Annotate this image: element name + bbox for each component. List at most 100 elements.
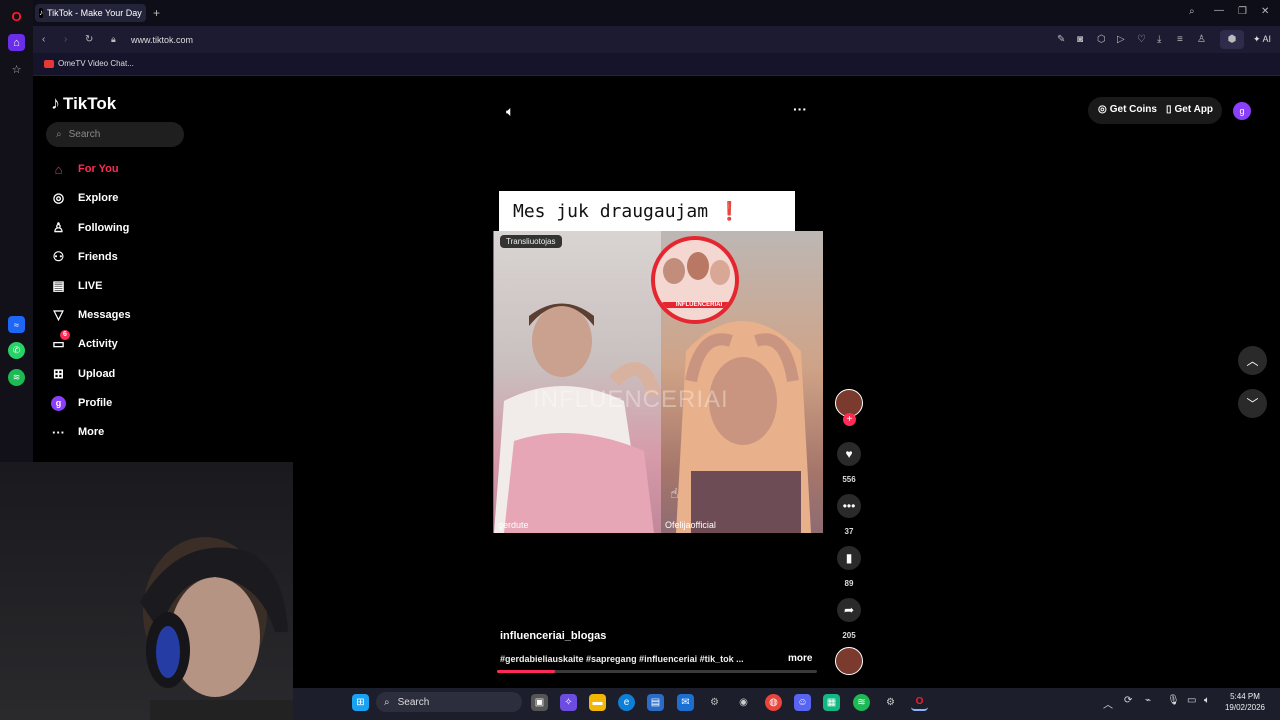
tiktok-wordmark: TikTok — [63, 93, 117, 113]
chrome-icon[interactable]: ◍ — [765, 694, 782, 711]
get-app-button[interactable]: ▯ Get App — [1166, 104, 1213, 115]
volume-icon[interactable]: 🔈︎ — [506, 103, 514, 120]
like-button[interactable]: ♥ — [837, 442, 861, 466]
next-video-button[interactable]: ﹀ — [1238, 389, 1267, 418]
nav-label: Profile — [78, 397, 113, 409]
bookmark-ometv[interactable]: OmeTV Video Chat... — [44, 59, 134, 68]
nav-upload[interactable]: ⊞ Upload — [51, 363, 115, 385]
nav-live[interactable]: ▤ LIVE — [51, 275, 102, 297]
nav-label: Following — [78, 222, 130, 234]
nav-explore[interactable]: ◎ Explore — [51, 187, 119, 209]
share-button[interactable]: ➦ — [837, 598, 861, 622]
nav-activity[interactable]: ▭ 6 Activity — [51, 330, 118, 355]
tiktok-logo[interactable]: ♪ TikTok — [51, 93, 116, 114]
microphone-icon[interactable]: 🎙︎ — [1167, 695, 1180, 706]
windows-start-icon[interactable]: ⊞ — [352, 694, 369, 711]
spotify-icon[interactable]: ≋ — [853, 694, 870, 711]
discord-icon[interactable]: ☺ — [794, 694, 811, 711]
more-description-button[interactable]: more — [788, 653, 812, 664]
chevron-down-icon: ﹀ — [1246, 397, 1259, 411]
search-input[interactable]: ⌕ Search — [46, 122, 184, 147]
nav-following[interactable]: ♙ Following — [51, 217, 130, 239]
taskbar-search[interactable]: ⌕ Search — [376, 692, 522, 712]
play-icon[interactable]: ▷ — [1117, 34, 1125, 45]
nav-for-you[interactable]: ⌂ For You — [51, 158, 119, 180]
hashtags[interactable]: #gerdabieliauskaite #sapregang #influenc… — [500, 654, 744, 664]
copilot-icon[interactable]: ✧ — [560, 694, 577, 711]
tiktok-note-icon: ♪ — [51, 93, 60, 113]
progress-track[interactable] — [497, 670, 817, 673]
left-person-figure — [494, 303, 661, 533]
opera-logo-icon[interactable]: O — [8, 8, 25, 25]
nav-label: Explore — [78, 192, 119, 204]
restore-icon[interactable]: ❐ — [1238, 6, 1247, 17]
author-username[interactable]: influenceriai_blogas — [500, 630, 606, 642]
home-icon[interactable]: ⌂ — [8, 34, 25, 51]
save-button[interactable]: ▮ — [837, 546, 861, 570]
get-coins-button[interactable]: ◎ Get Coins — [1098, 104, 1157, 115]
speaker-icon[interactable]: 🔈︎ — [1204, 695, 1210, 706]
sound-disc-avatar[interactable] — [835, 647, 863, 675]
menu-icon[interactable]: ≡ — [1177, 34, 1183, 45]
extensions-icon[interactable]: ⬢ — [1220, 30, 1244, 49]
nav-more[interactable]: ··· More — [51, 421, 104, 443]
video-player[interactable]: Transliuotojas gerdute INFLUENCERIAI Ofe… — [493, 231, 823, 533]
display-icon[interactable]: ▭ — [1187, 695, 1196, 706]
search-icon[interactable]: ⌕ — [1189, 6, 1195, 17]
activity-badge: 6 — [60, 330, 70, 340]
nav-friends[interactable]: ⚇ Friends — [51, 246, 118, 268]
edge-icon[interactable]: e — [618, 694, 635, 711]
nav-messages[interactable]: ▽ Messages — [51, 304, 131, 326]
close-window-icon[interactable]: ✕ — [1261, 6, 1269, 17]
exclamation-icon: ❗ — [718, 200, 741, 222]
left-username: gerdute — [498, 520, 529, 530]
mail-icon[interactable]: ✉ — [677, 694, 694, 711]
url-field[interactable]: www.tiktok.com — [131, 35, 193, 45]
sticker-face — [710, 260, 730, 285]
video-left-pane: Transliuotojas gerdute — [493, 231, 661, 533]
minimize-icon[interactable]: — — [1214, 5, 1224, 16]
clock[interactable]: 5:44 PM 19/02/2026 — [1222, 691, 1268, 713]
sync-icon[interactable]: ⟳ — [1124, 695, 1132, 706]
whatsapp-icon[interactable]: ✆ — [8, 342, 25, 359]
network-icon[interactable]: ⌁ — [1145, 695, 1151, 706]
previous-video-button[interactable]: ︿ — [1238, 346, 1267, 375]
steam-icon[interactable]: ◉ — [735, 694, 752, 711]
follow-plus-icon[interactable]: + — [843, 413, 856, 426]
ometv-icon — [44, 59, 54, 68]
new-tab-icon[interactable]: + — [153, 6, 160, 20]
star-icon[interactable]: ☆ — [8, 61, 25, 78]
spotify-icon[interactable]: ≋ — [8, 369, 25, 386]
store-icon[interactable]: ▤ — [647, 694, 664, 711]
comment-button[interactable]: ••• — [837, 494, 861, 518]
comment-count: 37 — [844, 527, 854, 536]
shield-icon[interactable]: ⬡ — [1097, 34, 1106, 45]
tray-chevron-icon[interactable]: ︿ — [1103, 696, 1113, 711]
more-options-icon[interactable]: ··· — [793, 101, 807, 117]
edit-icon[interactable]: ✎ — [1057, 34, 1065, 45]
sticker-label: INFLUENCERIAI — [661, 302, 735, 308]
file-explorer-icon[interactable]: ▬ — [589, 694, 606, 711]
messenger-icon[interactable]: ≈ — [8, 316, 25, 333]
tab-tiktok[interactable]: ♪ TikTok - Make Your Day ✕ — [35, 4, 146, 22]
task-view-icon[interactable]: ▣ — [531, 694, 548, 711]
camera-icon[interactable]: ◙ — [1077, 34, 1083, 45]
clock-time: 5:44 PM — [1230, 692, 1260, 701]
app-icon[interactable]: ▦ — [823, 694, 840, 711]
aria-ai-button[interactable]: ✦ AI — [1253, 34, 1271, 45]
gear-icon[interactable]: ⚙ — [882, 694, 899, 711]
streamer-silhouette — [140, 537, 293, 720]
back-icon[interactable]: ‹ — [42, 34, 45, 45]
reload-icon[interactable]: ↻ — [85, 34, 93, 45]
nav-label: More — [78, 426, 105, 438]
settings-icon[interactable]: ⚙ — [706, 694, 723, 711]
heart-outline-icon[interactable]: ♡ — [1137, 34, 1146, 45]
account-icon[interactable]: ♙ — [1197, 34, 1206, 45]
like-count: 556 — [842, 475, 856, 484]
user-avatar[interactable]: g — [1233, 102, 1251, 120]
forward-icon[interactable]: › — [64, 34, 67, 45]
nav-label: For You — [78, 163, 119, 175]
opera-taskbar-icon[interactable]: O — [911, 694, 928, 711]
download-icon[interactable]: ⤓ — [1157, 34, 1161, 45]
nav-profile[interactable]: g Profile — [51, 392, 112, 414]
